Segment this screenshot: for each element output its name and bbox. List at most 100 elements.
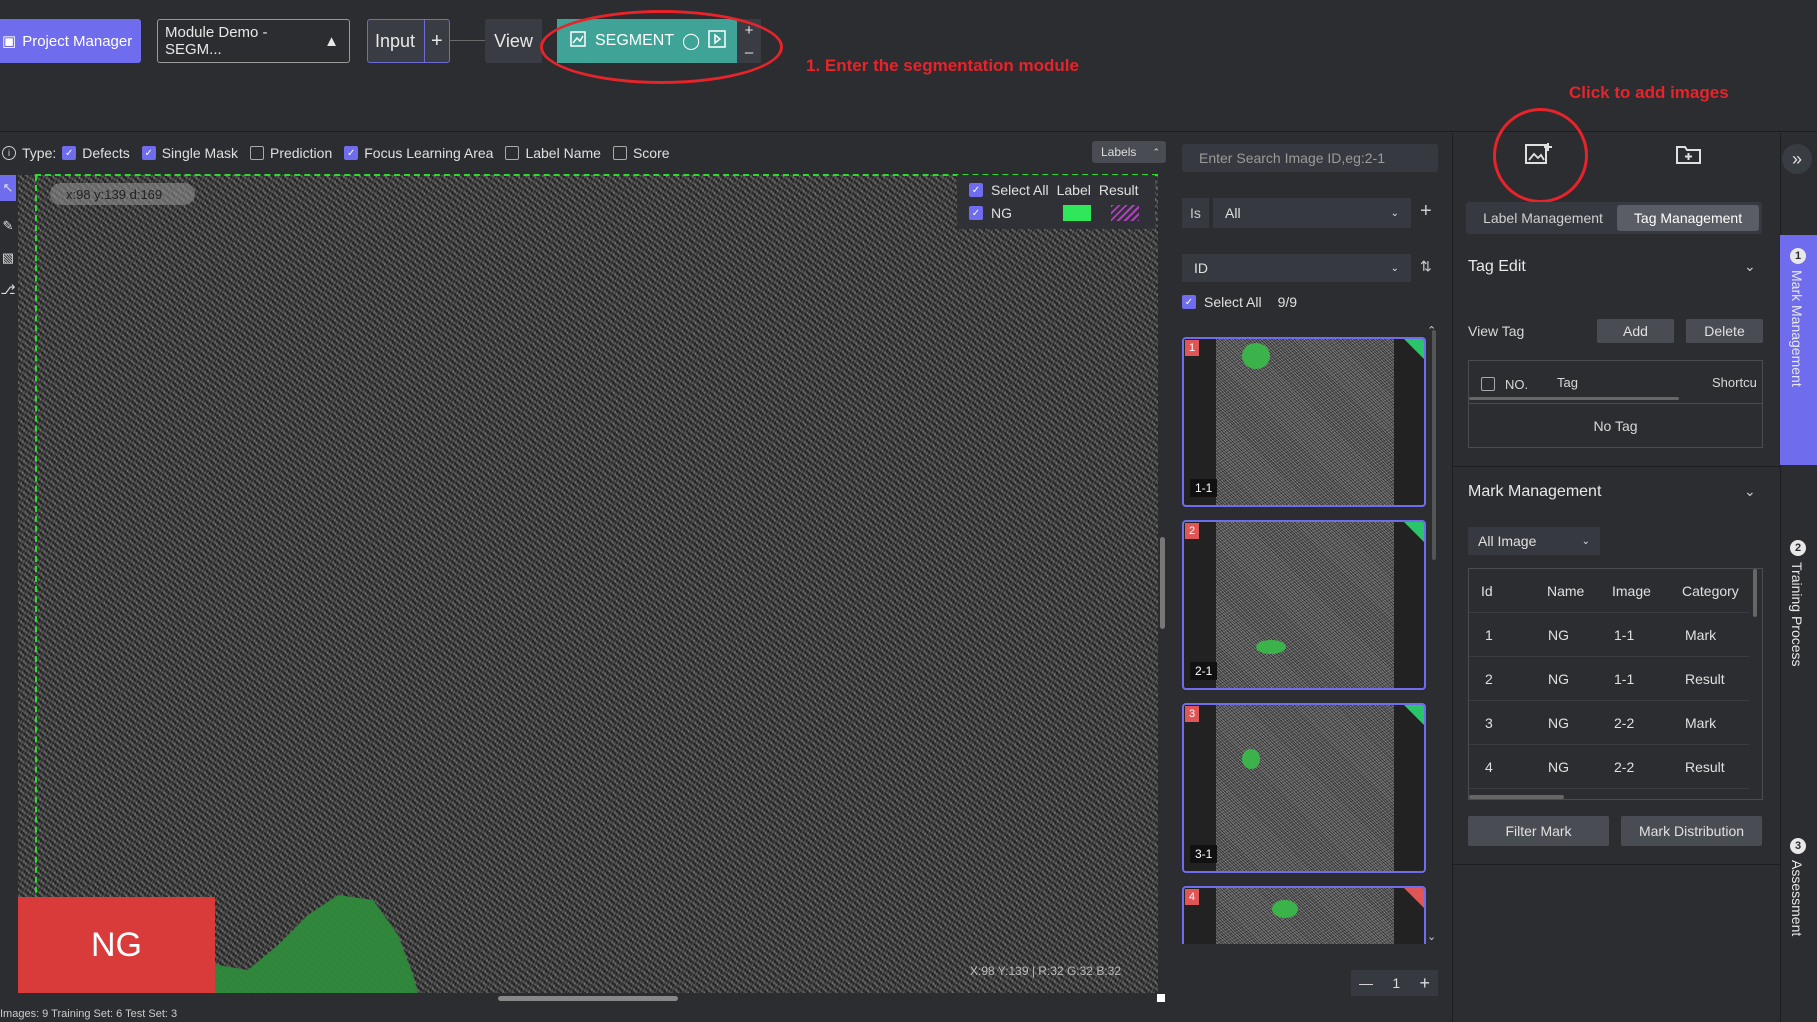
rail-item-assessment[interactable]: Assessment <box>1789 860 1805 936</box>
checkbox[interactable] <box>505 146 520 160</box>
canvas-horizontal-scrollbar[interactable] <box>498 996 678 1001</box>
tab-label-management[interactable]: Label Management <box>1469 205 1617 231</box>
status-corner <box>1404 705 1424 725</box>
image-canvas[interactable] <box>18 175 1158 993</box>
project-manager-button[interactable]: ▣ Project Manager <box>0 19 141 63</box>
tab-tag-management[interactable]: Tag Management <box>1617 205 1759 231</box>
module-select[interactable]: Module Demo - SEGM... ▲ <box>157 19 350 63</box>
option-label: Score <box>632 145 670 161</box>
view-node-label: View <box>494 30 533 51</box>
thumbnail-index: 1 <box>1185 340 1199 356</box>
mark-distribution-button[interactable]: Mark Distribution <box>1621 816 1762 846</box>
add-node-icon[interactable]: + <box>423 20 449 62</box>
table-row[interactable]: 1 NG 1-1 Mark <box>1469 613 1749 657</box>
type-option-focus-learning-area[interactable]: ✓ Focus Learning Area <box>344 145 493 161</box>
step-number: 3 <box>1790 838 1806 854</box>
chevron-down-icon[interactable]: ⌄ <box>1744 483 1756 500</box>
status-corner <box>1404 888 1424 908</box>
defect-blob <box>1242 749 1260 769</box>
focus-area-border-left <box>35 175 37 993</box>
sort-field-select[interactable]: ID ⌄ <box>1182 254 1411 282</box>
highlight-ellipse <box>540 10 783 84</box>
scroll-top-icon[interactable]: ⌃ <box>1427 324 1436 337</box>
cell-id: 2 <box>1485 670 1493 687</box>
image-list-scrollbar[interactable] <box>1432 330 1436 560</box>
select-all-images[interactable]: ✓ Select All 9/9 <box>1182 294 1297 310</box>
table-row[interactable]: 2 NG 1-1 Result <box>1469 657 1749 701</box>
mark-table-hscrollbar[interactable] <box>1469 795 1564 799</box>
tag-edit-title: Tag Edit <box>1468 258 1526 275</box>
legend-ng-checkbox[interactable]: ✓ <box>969 206 983 220</box>
image-thumbnail[interactable]: 2 2-1 <box>1182 520 1426 690</box>
highlight-circle <box>1493 108 1588 203</box>
tag-table-scrollbar[interactable] <box>1469 397 1679 400</box>
image-thumbnail[interactable]: 3 3-1 <box>1182 703 1426 873</box>
type-option-label-name[interactable]: Label Name <box>505 145 601 161</box>
checkbox[interactable]: ✓ <box>141 146 156 160</box>
page-number[interactable]: 1 <box>1392 975 1400 991</box>
brush-tool-icon[interactable]: ✎ <box>0 213 16 239</box>
table-row[interactable]: 3 NG 2-2 Mark <box>1469 701 1749 745</box>
mark-table-vscrollbar[interactable] <box>1753 569 1757 617</box>
type-option-defects[interactable]: ✓ Defects <box>62 145 130 161</box>
chevron-down-icon: ⌄ <box>1581 535 1590 547</box>
polygon-tool-icon[interactable]: ⎇ <box>0 277 16 303</box>
status-corner <box>1404 522 1424 542</box>
thumbnail-index: 4 <box>1185 889 1199 905</box>
image-thumbnail[interactable]: 4 <box>1182 886 1426 944</box>
add-tag-button[interactable]: Add <box>1597 319 1674 343</box>
scroll-bottom-icon[interactable]: ⌄ <box>1427 930 1436 943</box>
filter-value-select[interactable]: All ⌄ <box>1213 198 1411 228</box>
rail-item-training-process[interactable]: Training Process <box>1789 562 1805 667</box>
mark-filter-select[interactable]: All Image ⌄ <box>1468 527 1600 555</box>
thumbnail-id: 1-1 <box>1190 479 1218 497</box>
cell-id: 1 <box>1485 626 1493 643</box>
type-option-single-mask[interactable]: ✓ Single Mask <box>141 145 238 161</box>
type-filter-bar: i Type: ✓ Defects ✓ Single Mask Prediction… <box>0 133 1165 173</box>
col-image: Image <box>1612 582 1651 599</box>
pointer-tool-icon[interactable]: ↖ <box>0 175 16 201</box>
image-search-input[interactable]: Enter Search Image ID,eg:2-1 <box>1182 144 1438 172</box>
status-bar: Images: 9 Training Set: 6 Test Set: 3 <box>0 1008 178 1020</box>
col-tag: Tag <box>1557 375 1578 390</box>
checkbox[interactable] <box>612 146 627 160</box>
checkbox[interactable] <box>249 146 264 160</box>
plus-icon[interactable]: + <box>1419 973 1430 994</box>
filter-mark-button[interactable]: Filter Mark <box>1468 816 1609 846</box>
result-pattern-swatch[interactable] <box>1111 205 1139 221</box>
checkbox[interactable]: ✓ <box>62 146 77 160</box>
checkbox[interactable]: ✓ <box>344 146 359 160</box>
delete-tag-button[interactable]: Delete <box>1686 319 1763 343</box>
module-select-value: Module Demo - SEGM... <box>165 24 268 58</box>
checkbox[interactable]: ✓ <box>1182 295 1196 309</box>
input-node[interactable]: Input + <box>367 19 450 63</box>
cell-name: NG <box>1548 670 1569 687</box>
tag-select-all-checkbox[interactable] <box>1481 377 1495 391</box>
project-manager-label: Project Manager <box>22 32 133 50</box>
canvas-vertical-scrollbar[interactable] <box>1160 537 1165 629</box>
chevron-down-icon: ⌄ <box>1390 262 1399 274</box>
label-color-swatch[interactable] <box>1063 205 1091 221</box>
view-tag-label: View Tag <box>1468 323 1525 339</box>
add-filter-icon[interactable]: + <box>1420 200 1432 223</box>
labels-dropdown[interactable]: Labels ⌃ <box>1092 141 1166 163</box>
cell-id: 4 <box>1485 758 1493 775</box>
table-row[interactable]: 4 NG 2-2 Result <box>1469 745 1749 789</box>
image-thumbnail[interactable]: 1 1-1 <box>1182 337 1426 507</box>
view-node[interactable]: View <box>485 19 542 63</box>
option-label: Defects <box>82 145 130 161</box>
minus-icon[interactable]: — <box>1359 975 1373 991</box>
add-folder-icon[interactable] <box>1675 142 1703 173</box>
resize-handle[interactable] <box>1157 994 1165 1002</box>
chevron-down-icon[interactable]: ⌄ <box>1744 258 1756 275</box>
option-label: Prediction <box>269 145 333 161</box>
filter-operator[interactable]: Is <box>1182 198 1209 228</box>
image-count: 9/9 <box>1277 294 1298 310</box>
eraser-tool-icon[interactable]: ▧ <box>0 245 16 271</box>
type-option-prediction[interactable]: Prediction <box>249 145 333 161</box>
type-option-score[interactable]: Score <box>612 145 670 161</box>
cell-name: NG <box>1548 758 1569 775</box>
collapse-panel-icon[interactable]: » <box>1782 144 1812 174</box>
sort-order-icon[interactable]: ⇅ <box>1420 258 1432 275</box>
legend-select-all-checkbox[interactable]: ✓ <box>969 183 983 197</box>
